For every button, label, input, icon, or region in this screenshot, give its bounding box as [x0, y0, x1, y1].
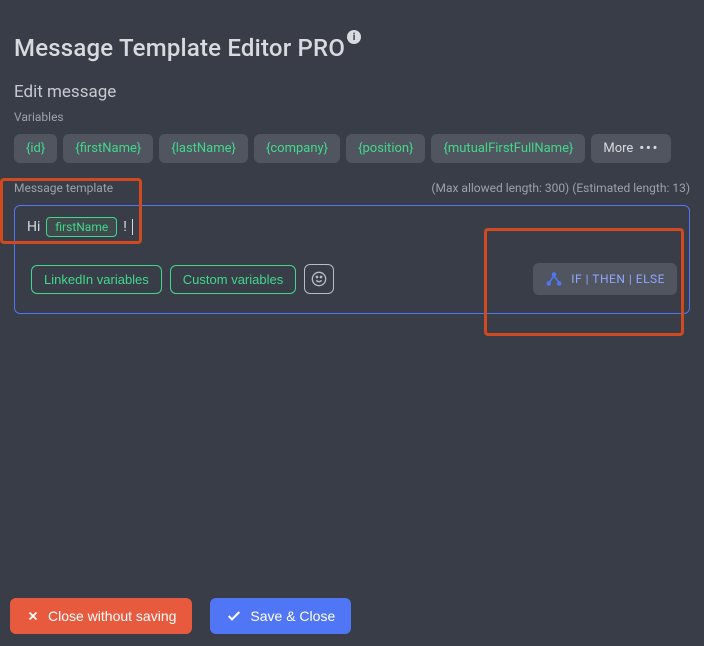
close-without-saving-button[interactable]: Close without saving [10, 598, 192, 634]
variable-chip[interactable]: {company} [254, 134, 340, 163]
button-label: Close without saving [48, 608, 176, 624]
variable-chips: {id} {firstName} {lastName} {company} {p… [14, 134, 690, 163]
variables-label: Variables [14, 110, 690, 124]
linkedin-variables-button[interactable]: LinkedIn variables [31, 265, 162, 294]
smile-icon [311, 271, 327, 287]
footer-actions: Close without saving Save & Close [10, 598, 351, 634]
variable-chip[interactable]: {mutualFirstFullName} [431, 134, 585, 163]
variable-chip[interactable]: {position} [346, 134, 425, 163]
close-icon [26, 609, 40, 623]
if-then-else-button[interactable]: IF | THEN | ELSE [533, 263, 677, 295]
inserted-variable[interactable]: firstName [46, 217, 117, 237]
more-variables-button[interactable]: More ••• [591, 134, 671, 163]
text-segment: Hi [27, 219, 40, 235]
template-editor[interactable]: Hi firstName ! LinkedIn variables Custom… [14, 205, 690, 314]
page-title: Message Template Editor PRO [14, 34, 345, 62]
message-template-label: Message template [14, 181, 113, 195]
text-cursor-icon [132, 219, 133, 235]
button-label: Save & Close [250, 608, 335, 624]
template-area: Message template (Max allowed length: 30… [14, 181, 690, 314]
header: Message Template Editor PRO i [14, 34, 690, 62]
edit-message-heading: Edit message [14, 82, 690, 102]
variable-chip[interactable]: {lastName} [159, 134, 248, 163]
check-icon [226, 608, 242, 624]
template-input[interactable]: Hi firstName ! [15, 206, 689, 247]
length-info: (Max allowed length: 300) (Estimated len… [431, 181, 690, 195]
ellipsis-icon: ••• [639, 142, 659, 155]
variable-chip[interactable]: {id} [14, 134, 57, 163]
if-then-else-label: IF | THEN | ELSE [571, 272, 665, 286]
info-icon[interactable]: i [347, 30, 361, 44]
more-label: More [603, 142, 633, 155]
variable-chip[interactable]: {firstName} [63, 134, 153, 163]
save-and-close-button[interactable]: Save & Close [210, 598, 351, 634]
text-segment: ! [123, 219, 127, 235]
custom-variables-button[interactable]: Custom variables [170, 265, 296, 294]
branch-icon [545, 271, 563, 287]
emoji-picker-button[interactable] [304, 264, 334, 294]
